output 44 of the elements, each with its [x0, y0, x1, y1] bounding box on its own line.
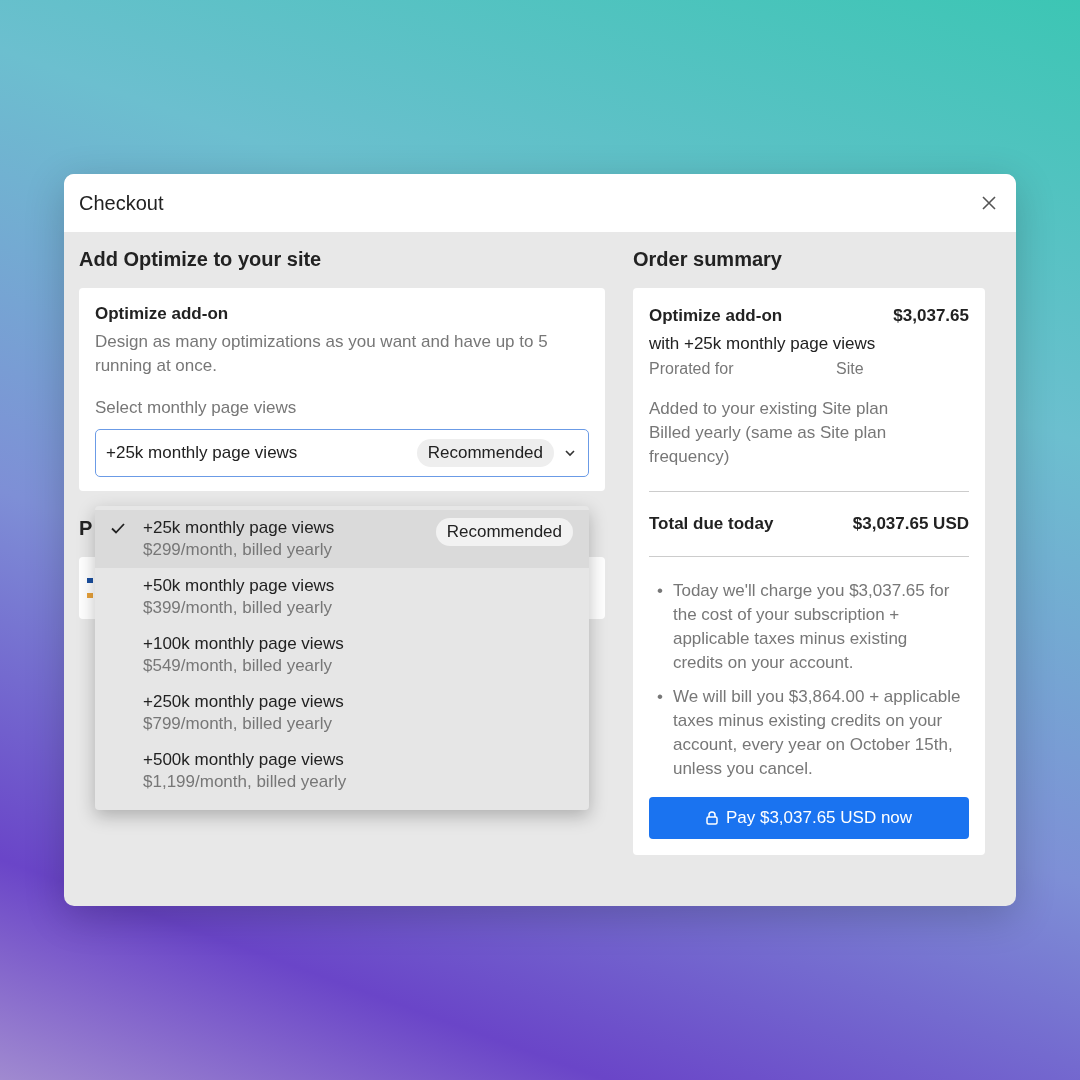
- section-heading: P: [79, 517, 93, 540]
- page-views-select[interactable]: +25k monthly page views Recommended: [95, 429, 589, 477]
- option-label: +25k monthly page views: [143, 518, 336, 538]
- total-value: $3,037.65 USD: [852, 514, 969, 534]
- option-price: $299/month, billed yearly: [143, 540, 333, 560]
- option-price: $399/month, billed yearly: [143, 598, 333, 618]
- close-icon: [982, 196, 996, 210]
- plan-note: Added to your existing Site plan: [649, 398, 890, 420]
- billing-note: Today we'll charge you $3,037.65 for the cost of your subscription + applicable taxes minus existing credits on your account.: [672, 580, 951, 674]
- item-price: $3,037.65: [893, 306, 969, 326]
- option-price: $1,199/month, billed yearly: [143, 772, 348, 792]
- billing-note: We will bill you $3,864.00 + applicable taxes minus existing credits on your account, every year on October 15th, unless you cancel.: [672, 686, 962, 780]
- option-label: +500k monthly page views: [143, 750, 345, 770]
- select-value: +25k monthly page views: [106, 443, 299, 463]
- dropdown-option[interactable]: +25k monthly page views $299/month, billed yearly Recommended: [95, 510, 589, 568]
- recommended-badge: Recommended: [416, 439, 554, 467]
- pay-button[interactable]: Pay $3,037.65 USD now: [649, 797, 969, 839]
- dropdown-option[interactable]: +100k monthly page views $549/month, billed yearly: [95, 626, 589, 684]
- bullet-marker: •: [657, 686, 663, 708]
- section-heading: Order summary: [633, 248, 783, 271]
- section-heading: Add Optimize to your site: [79, 248, 323, 271]
- prorated-label: Prorated for: [649, 360, 735, 378]
- plan-note: Billed yearly (same as Site plan frequency): [649, 422, 888, 468]
- prorated-value: Site: [836, 360, 864, 378]
- card-description: Design as many optimizations as you want and have up to 5 running at once.: [95, 331, 549, 377]
- item-detail: with +25k monthly page views: [649, 334, 877, 354]
- option-label: +50k monthly page views: [143, 576, 336, 596]
- option-price: $799/month, billed yearly: [143, 714, 333, 734]
- lock-icon: [705, 811, 718, 825]
- check-icon: [111, 523, 125, 534]
- recommended-badge: Recommended: [435, 518, 573, 546]
- dialog-title: Checkout: [79, 191, 164, 215]
- option-label: +100k monthly page views: [143, 634, 345, 654]
- select-label: Select monthly page views: [95, 398, 298, 418]
- option-price: $549/month, billed yearly: [143, 656, 333, 676]
- bullet-marker: •: [657, 580, 663, 602]
- dropdown-option[interactable]: +50k monthly page views $399/month, billed yearly: [95, 568, 589, 626]
- card-title: Optimize add-on: [95, 304, 230, 324]
- item-name: Optimize add-on: [649, 306, 783, 326]
- option-label: +250k monthly page views: [143, 692, 345, 712]
- chevron-down-icon: [564, 449, 576, 457]
- total-label: Total due today: [649, 514, 774, 534]
- dropdown-option[interactable]: +500k monthly page views $1,199/month, billed yearly: [95, 742, 589, 800]
- dropdown-option[interactable]: +250k monthly page views $799/month, billed yearly: [95, 684, 589, 742]
